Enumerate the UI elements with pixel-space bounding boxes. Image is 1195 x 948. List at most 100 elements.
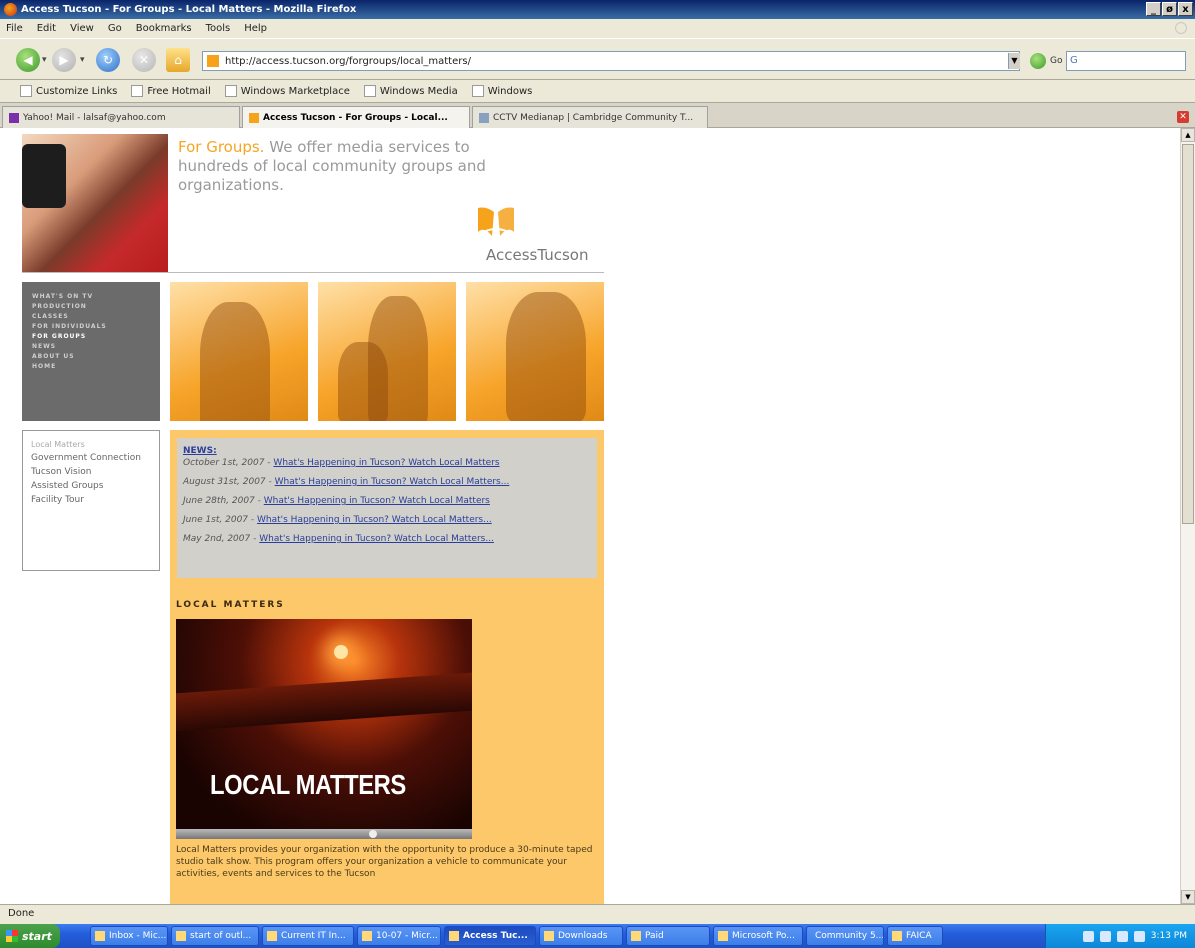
- scroll-up-icon[interactable]: ▲: [1181, 128, 1195, 142]
- sublink-local-matters[interactable]: Local Matters: [31, 439, 151, 450]
- menu-tools[interactable]: Tools: [206, 23, 231, 34]
- back-button[interactable]: ◀: [16, 48, 40, 72]
- menu-bookmarks[interactable]: Bookmarks: [136, 23, 192, 34]
- bookmark-customize-links[interactable]: Customize Links: [20, 85, 117, 97]
- start-button[interactable]: start: [0, 924, 60, 948]
- bookmark-label: Customize Links: [36, 85, 118, 97]
- task-label: Microsoft Po...: [732, 931, 795, 941]
- task-start-of-outline[interactable]: start of outl...: [171, 926, 259, 946]
- back-arrow-icon: ◀: [23, 53, 33, 67]
- forward-button[interactable]: ▶: [52, 48, 76, 72]
- bookmark-windows-marketplace[interactable]: Windows Marketplace: [224, 85, 350, 97]
- page-viewport: For Groups. We offer media services to h…: [0, 128, 1180, 904]
- nav-whats-on-tv[interactable]: WHAT'S ON TV: [32, 292, 160, 302]
- news-item: June 28th, 2007 - What's Happening in Tu…: [183, 496, 591, 507]
- task-access-tucson[interactable]: Access Tuc...: [444, 926, 536, 946]
- task-icon: [631, 931, 641, 941]
- close-button[interactable]: x: [1178, 2, 1193, 16]
- reload-button[interactable]: ↻: [96, 48, 120, 72]
- vertical-scrollbar[interactable]: ▲ ▼: [1180, 128, 1195, 904]
- nav-about-us[interactable]: ABOUT US: [32, 352, 160, 362]
- task-community[interactable]: Community 5...: [806, 926, 884, 946]
- news-title[interactable]: NEWS:: [183, 446, 591, 456]
- sublink-facility-tour[interactable]: Facility Tour: [31, 495, 151, 506]
- sub-navigation: Local Matters Government Connection Tucs…: [22, 430, 160, 571]
- menu-go[interactable]: Go: [108, 23, 122, 34]
- home-button[interactable]: ⌂: [166, 48, 190, 72]
- nav-classes[interactable]: CLASSES: [32, 312, 160, 322]
- scrollbar-thumb[interactable]: [1182, 144, 1194, 524]
- bookmark-free-hotmail[interactable]: Free Hotmail: [131, 85, 211, 97]
- task-downloads[interactable]: Downloads: [539, 926, 623, 946]
- task-faica[interactable]: FAICA: [887, 926, 943, 946]
- address-bar[interactable]: http://access.tucson.org/forgroups/local…: [202, 51, 1020, 71]
- task-paid[interactable]: Paid: [626, 926, 710, 946]
- go-label[interactable]: Go: [1050, 56, 1062, 66]
- close-tab-icon[interactable]: ✕: [1177, 111, 1189, 123]
- nav-for-groups[interactable]: FOR GROUPS: [32, 332, 160, 342]
- light-glow-shape: [334, 645, 348, 659]
- reload-icon: ↻: [102, 53, 114, 67]
- tray-monitor-icon[interactable]: [1099, 930, 1111, 942]
- sublink-tucson-vision[interactable]: Tucson Vision: [31, 467, 151, 478]
- news-link[interactable]: What's Happening in Tucson? Watch Local …: [264, 496, 490, 506]
- maximize-button[interactable]: ø: [1162, 2, 1177, 16]
- bookmark-windows[interactable]: Windows: [471, 85, 532, 97]
- nav-production[interactable]: PRODUCTION: [32, 302, 160, 312]
- video-player[interactable]: LOCAL MATTERS: [176, 619, 472, 829]
- news-link[interactable]: What's Happening in Tucson? Watch Local …: [275, 477, 510, 487]
- task-label: start of outl...: [190, 931, 252, 941]
- tray-network-icon[interactable]: [1133, 930, 1145, 942]
- video-title-overlay: LOCAL MATTERS: [210, 769, 406, 800]
- clock[interactable]: 3:13 PM: [1151, 931, 1187, 941]
- task-inbox[interactable]: Inbox - Mic...: [90, 926, 168, 946]
- section-heading: LOCAL MATTERS: [176, 600, 285, 610]
- news-link[interactable]: What's Happening in Tucson? Watch Local …: [257, 515, 492, 525]
- task-label: Inbox - Mic...: [109, 931, 167, 941]
- go-button[interactable]: [1030, 53, 1046, 69]
- photo-group: [318, 282, 456, 421]
- back-dropdown-icon[interactable]: ▾: [42, 55, 47, 65]
- task-microsoft-po[interactable]: Microsoft Po...: [713, 926, 803, 946]
- video-seek-handle[interactable]: [369, 830, 377, 838]
- forward-dropdown-icon[interactable]: ▾: [80, 55, 85, 65]
- address-dropdown-icon[interactable]: ▼: [1008, 53, 1020, 69]
- windows-taskbar: start Inbox - Mic... start of outl... Cu…: [0, 924, 1195, 948]
- video-controls[interactable]: [176, 829, 472, 839]
- tab-label: CCTV Medianap | Cambridge Community T...: [493, 112, 694, 123]
- scroll-down-icon[interactable]: ▼: [1181, 890, 1195, 904]
- menu-edit[interactable]: Edit: [37, 23, 56, 34]
- tab-cctv[interactable]: CCTV Medianap | Cambridge Community T...: [472, 106, 708, 128]
- nav-home[interactable]: HOME: [32, 362, 160, 372]
- bookmark-label: Windows Media: [379, 85, 458, 97]
- tab-access-tucson[interactable]: Access Tucson - For Groups - Local...: [242, 106, 470, 128]
- tray-speaker-icon[interactable]: [1116, 930, 1128, 942]
- menu-file[interactable]: File: [6, 23, 23, 34]
- window-title: Access Tucson - For Groups - Local Matte…: [21, 4, 357, 15]
- nav-news[interactable]: NEWS: [32, 342, 160, 352]
- tab-yahoo-mail[interactable]: Yahoo! Mail - lalsaf@yahoo.com: [2, 106, 240, 128]
- menu-view[interactable]: View: [70, 23, 94, 34]
- news-item: June 1st, 2007 - What's Happening in Tuc…: [183, 515, 591, 526]
- task-icon: [362, 931, 372, 941]
- task-current-it[interactable]: Current IT In...: [262, 926, 354, 946]
- task-icon: [267, 931, 277, 941]
- access-tucson-logo-icon: [478, 207, 514, 236]
- camera-shape: [22, 144, 66, 208]
- news-link[interactable]: What's Happening in Tucson? Watch Local …: [273, 458, 499, 468]
- sublink-assisted-groups[interactable]: Assisted Groups: [31, 481, 151, 492]
- stop-button[interactable]: ✕: [132, 48, 156, 72]
- news-link[interactable]: What's Happening in Tucson? Watch Local …: [259, 534, 494, 544]
- task-icon: [176, 931, 186, 941]
- home-icon: ⌂: [174, 53, 182, 67]
- bookmark-windows-media[interactable]: Windows Media: [363, 85, 458, 97]
- menu-help[interactable]: Help: [244, 23, 267, 34]
- task-10-07[interactable]: 10-07 - Micr...: [357, 926, 441, 946]
- sublink-government-connection[interactable]: Government Connection: [31, 453, 151, 464]
- tab-label: Yahoo! Mail - lalsaf@yahoo.com: [23, 112, 166, 123]
- tray-pen-icon[interactable]: [1082, 930, 1094, 942]
- nav-for-individuals[interactable]: FOR INDIVIDUALS: [32, 322, 160, 332]
- minimize-button[interactable]: _: [1146, 2, 1161, 16]
- search-input[interactable]: G: [1066, 51, 1186, 71]
- bookmark-page-icon: [20, 85, 32, 97]
